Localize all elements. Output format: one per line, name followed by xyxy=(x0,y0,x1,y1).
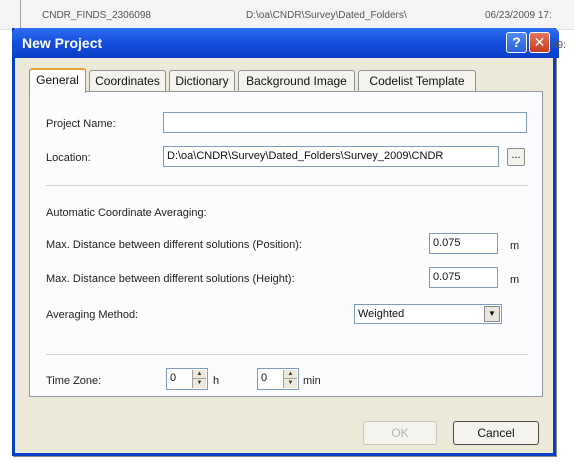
tab-general[interactable]: General xyxy=(29,68,86,93)
max-position-distance-input[interactable]: 0.075 xyxy=(429,233,498,254)
background-file-path: D:\oa\CNDR\Survey\Dated_Folders\ xyxy=(246,10,407,21)
background-file-name: CNDR_FINDS_2306098 xyxy=(42,10,151,21)
project-name-input[interactable] xyxy=(163,112,527,133)
cancel-button[interactable]: Cancel xyxy=(453,421,539,445)
max-height-unit: m xyxy=(510,274,520,286)
time-zone-label: Time Zone: xyxy=(46,375,102,387)
section-divider-2 xyxy=(46,354,528,355)
chevron-down-icon[interactable]: ▼ xyxy=(484,306,500,322)
tz-hours-unit: h xyxy=(213,375,220,387)
tab-background-image[interactable]: Background Image xyxy=(238,70,355,92)
tz-hours-stepper[interactable]: 0 ▲ ▼ xyxy=(166,368,208,390)
new-project-dialog: New Project ? ✕ General Coordinates Dict… xyxy=(12,28,559,456)
project-name-label: Project Name: xyxy=(46,118,116,130)
close-icon: ✕ xyxy=(533,34,546,50)
background-time-fragment: 09: xyxy=(552,40,566,51)
tz-hours-spinner[interactable]: ▲ ▼ xyxy=(192,370,206,388)
tz-minutes-spinner[interactable]: ▲ ▼ xyxy=(283,370,297,388)
tab-codelist-template[interactable]: Codelist Template xyxy=(358,70,476,92)
dialog-title-bar[interactable]: New Project ? ✕ xyxy=(12,28,559,58)
spin-down-icon[interactable]: ▼ xyxy=(193,379,206,388)
max-position-distance-label: Max. Distance between different solution… xyxy=(46,239,302,251)
spin-down-icon[interactable]: ▼ xyxy=(284,379,297,388)
spin-up-icon[interactable]: ▲ xyxy=(284,370,297,379)
browse-location-button[interactable]: ... xyxy=(507,148,525,166)
location-label: Location: xyxy=(46,152,91,164)
averaging-method-label: Averaging Method: xyxy=(46,309,139,321)
location-input[interactable]: D:\oa\CNDR\Survey\Dated_Folders\Survey_2… xyxy=(163,146,499,167)
background-divider xyxy=(20,0,21,30)
tab-coordinates[interactable]: Coordinates xyxy=(89,70,166,92)
help-button[interactable]: ? xyxy=(506,32,527,53)
background-file-date: 06/23/2009 17: xyxy=(485,10,552,21)
max-height-distance-label: Max. Distance between different solution… xyxy=(46,273,295,285)
averaging-method-value: Weighted xyxy=(358,308,405,320)
section-divider xyxy=(46,185,528,186)
general-tab-panel: Project Name: Location: D:\oa\CNDR\Surve… xyxy=(29,91,543,397)
help-icon: ? xyxy=(512,34,521,50)
tab-dictionary[interactable]: Dictionary xyxy=(169,70,235,92)
dialog-title: New Project xyxy=(22,35,103,51)
averaging-method-select[interactable]: Weighted ▼ xyxy=(354,304,502,324)
ellipsis-icon: ... xyxy=(511,149,521,161)
spin-up-icon[interactable]: ▲ xyxy=(193,370,206,379)
max-height-distance-input[interactable]: 0.075 xyxy=(429,267,498,288)
background-file-row: CNDR_FINDS_2306098 D:\oa\CNDR\Survey\Dat… xyxy=(0,0,574,30)
averaging-heading: Automatic Coordinate Averaging: xyxy=(46,207,207,219)
max-position-unit: m xyxy=(510,240,520,252)
tz-minutes-value: 0 xyxy=(261,372,268,384)
tz-minutes-unit: min xyxy=(303,375,321,387)
close-button[interactable]: ✕ xyxy=(529,32,550,53)
tz-hours-value: 0 xyxy=(170,372,177,384)
tz-minutes-stepper[interactable]: 0 ▲ ▼ xyxy=(257,368,299,390)
ok-button[interactable]: OK xyxy=(363,421,437,445)
